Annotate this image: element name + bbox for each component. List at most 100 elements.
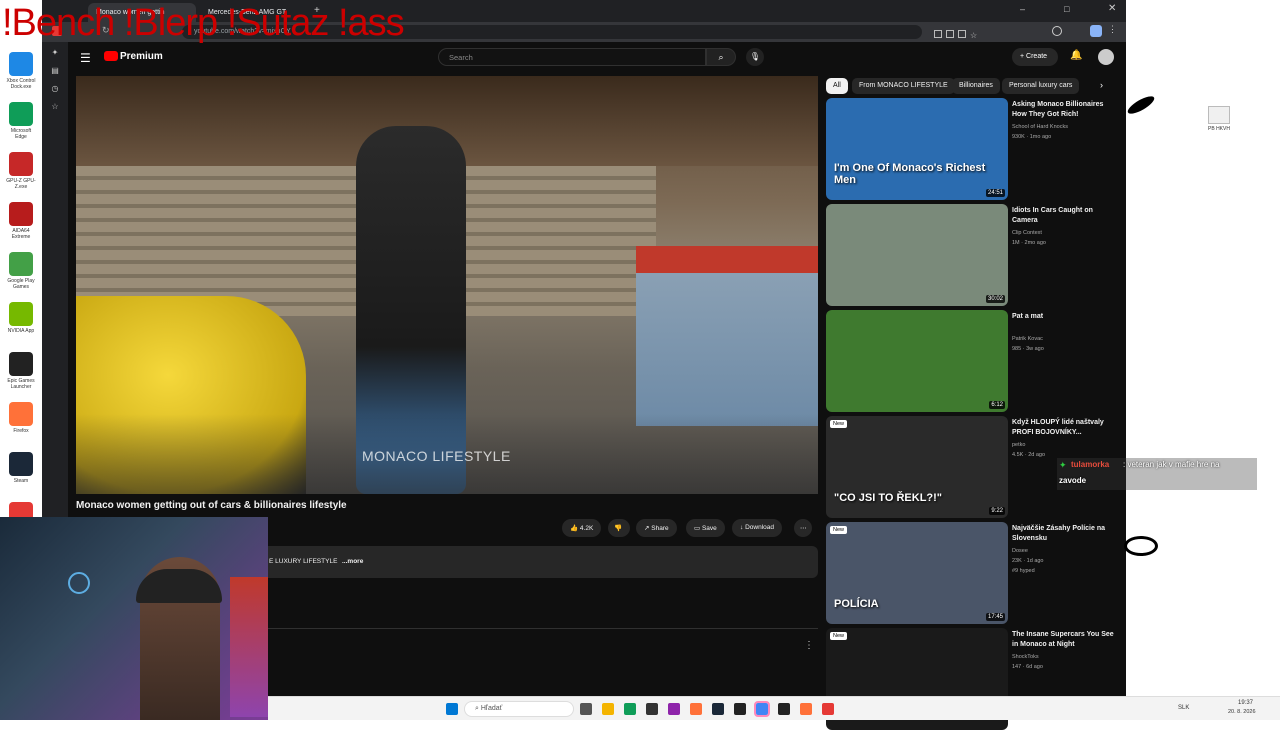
create-button[interactable]: + Create <box>1012 48 1058 66</box>
minimize-button[interactable]: – <box>1020 4 1025 14</box>
video-title[interactable]: Pat a mat <box>1012 312 1120 322</box>
clock-date[interactable]: 20. 8. 2026 <box>1228 709 1256 715</box>
recommendation-item[interactable]: POLÍCIA New 17:45 Najväčšie Zásahy Polície … <box>826 522 1126 624</box>
start-icon[interactable] <box>446 703 458 715</box>
video-title[interactable]: Idiots In Cars Caught on Camera <box>1012 206 1120 226</box>
video-title[interactable]: Najväčšie Zásahy Polície na Slovensku <box>1012 524 1120 544</box>
chip-filter[interactable]: Personal luxury cars <box>1002 78 1080 94</box>
extension-puzzle-icon[interactable] <box>1090 25 1102 37</box>
comment-menu-icon[interactable]: ⋮ <box>804 640 814 651</box>
channel-name[interactable]: Dosee <box>1012 546 1028 556</box>
profile-icon[interactable] <box>1052 26 1062 36</box>
video-thumbnail[interactable]: I'm One Of Monaco's Richest Men 24:51 <box>826 98 1008 200</box>
decorative-shape <box>1124 536 1158 556</box>
chevron-right-icon[interactable]: › <box>1100 80 1103 90</box>
video-title[interactable]: Asking Monaco Billionaires How They Got … <box>1012 100 1120 120</box>
video-duration: 6:12 <box>989 401 1005 409</box>
recommendation-item[interactable]: 6:12 Pat a mat Patrik Kovac 985 · 3w ago <box>826 310 1126 412</box>
video-thumbnail[interactable]: 30:02 <box>826 204 1008 306</box>
bell-icon[interactable]: 🔔 <box>1070 50 1082 61</box>
channel-name[interactable]: ShockToks <box>1012 652 1039 662</box>
share-button[interactable]: ↗ Share <box>636 519 677 537</box>
desktop-icon[interactable]: Firefox <box>5 402 37 440</box>
video-thumbnail[interactable]: POLÍCIA New 17:45 <box>826 522 1008 624</box>
video-meta: 147 · 6d ago <box>1012 664 1043 670</box>
edge-icon[interactable] <box>624 703 636 715</box>
video-player[interactable]: MONACO LIFESTYLE <box>76 76 818 494</box>
more-actions-button[interactable]: ⋯ <box>794 519 812 537</box>
desktop-icon-label: Xbox Control Dock.exe <box>6 78 36 90</box>
recommendation-item[interactable]: I'm One Of Monaco's Richest Men 24:51 Aski… <box>826 98 1126 200</box>
streamer-cap <box>136 569 222 603</box>
download-button[interactable]: ↓ Download <box>732 519 782 537</box>
browser-active-icon[interactable] <box>754 701 770 717</box>
app-icon[interactable] <box>646 703 658 715</box>
new-badge: New <box>830 420 848 428</box>
video-duration: 30:02 <box>985 295 1005 303</box>
desktop-icon[interactable]: Steam <box>5 452 37 490</box>
chip-all[interactable]: All <box>826 78 848 94</box>
desktop-icon[interactable]: GPU-Z GPU-Z.exe <box>5 152 37 190</box>
new-badge: New <box>830 526 848 534</box>
channel-name[interactable]: petko <box>1012 440 1025 450</box>
channel-name[interactable]: School of Hard Knocks <box>1012 122 1068 132</box>
desktop-icon[interactable]: Microsoft Edge <box>5 102 37 140</box>
hamburger-icon[interactable]: ☰ <box>80 51 91 65</box>
desktop-icon-label: Google Play Games <box>7 278 35 290</box>
desktop-icon[interactable]: AIDA64 Extreme <box>5 202 37 240</box>
library-icon[interactable]: ▤ <box>50 66 60 76</box>
desktop-file-label: PB HKVH <box>1208 126 1230 132</box>
avatar[interactable] <box>1098 49 1114 65</box>
youtube-logo-icon[interactable] <box>104 51 118 61</box>
more-link[interactable]: ...more <box>342 558 363 565</box>
taskbar-search[interactable]: ⌕ Hľadať <box>464 701 574 717</box>
firefox-icon[interactable] <box>690 703 702 715</box>
logo-text[interactable]: Premium <box>120 51 163 62</box>
desktop-file-icon[interactable] <box>1208 106 1230 124</box>
app-icon <box>9 202 33 226</box>
app-icon[interactable] <box>734 703 746 715</box>
search-input[interactable]: Search <box>438 48 706 66</box>
language-indicator[interactable]: SLK <box>1178 705 1189 711</box>
app-icon[interactable] <box>822 703 834 715</box>
video-duration: 9:22 <box>989 507 1005 515</box>
video-watermark: MONACO LIFESTYLE <box>362 448 511 464</box>
chat-star-icon: ✦ <box>1059 460 1067 470</box>
channel-name[interactable]: Clip Context <box>1012 228 1042 238</box>
mic-icon[interactable]: 🎙 <box>746 48 764 66</box>
recommendation-item[interactable]: 30:02 Idiots In Cars Caught on Camera Clip… <box>826 204 1126 306</box>
desktop-icons-column: Xbox Control Dock.exe Microsoft Edge GPU-Z… <box>0 0 42 526</box>
video-thumbnail[interactable]: "CO JSI TO ŘEKL?!" New 9:22 <box>826 416 1008 518</box>
new-badge: New <box>830 632 848 640</box>
desktop-icon[interactable]: NVIDIA App <box>5 302 37 340</box>
app-icon[interactable] <box>668 703 680 715</box>
dislike-button[interactable]: 👎 <box>608 519 630 537</box>
video-thumbnail[interactable]: 6:12 <box>826 310 1008 412</box>
clock-time[interactable]: 19:37 <box>1238 700 1253 706</box>
chip-filter[interactable]: Billionaires <box>952 78 1000 94</box>
desktop-icon[interactable]: Epic Games Launcher <box>5 352 37 390</box>
task-view-icon[interactable] <box>580 703 592 715</box>
chip-filter[interactable]: From MONACO LIFESTYLE <box>852 78 955 94</box>
history-icon[interactable]: ◷ <box>50 84 60 94</box>
desktop-icon[interactable]: Google Play Games <box>5 252 37 290</box>
video-title[interactable]: The Insane Supercars You See in Monaco a… <box>1012 630 1120 650</box>
extension-icons[interactable]: ☆ <box>934 25 986 40</box>
search-button[interactable]: ⌕ <box>706 48 736 66</box>
favorites-icon[interactable]: ☆ <box>50 102 60 112</box>
firefox-icon[interactable] <box>800 703 812 715</box>
obs-icon[interactable] <box>778 703 790 715</box>
channel-name[interactable]: Patrik Kovac <box>1012 334 1043 344</box>
sparkle-icon[interactable]: ✦ <box>50 48 60 58</box>
file-explorer-icon[interactable] <box>602 703 614 715</box>
maximize-button[interactable]: □ <box>1064 4 1069 14</box>
app-icon <box>9 102 33 126</box>
save-button[interactable]: ▭ Save <box>686 519 725 537</box>
close-button[interactable]: ✕ <box>1108 3 1116 14</box>
menu-dots-icon[interactable]: ⋮ <box>1108 24 1117 35</box>
video-title[interactable]: Když HLOUPÝ lidé naštvaly PROFI BOJOVNÍK… <box>1012 418 1120 438</box>
like-button[interactable]: 👍 4.2K <box>562 519 602 537</box>
steam-icon[interactable] <box>712 703 724 715</box>
desktop-icon[interactable]: Xbox Control Dock.exe <box>5 52 37 90</box>
app-icon <box>9 152 33 176</box>
